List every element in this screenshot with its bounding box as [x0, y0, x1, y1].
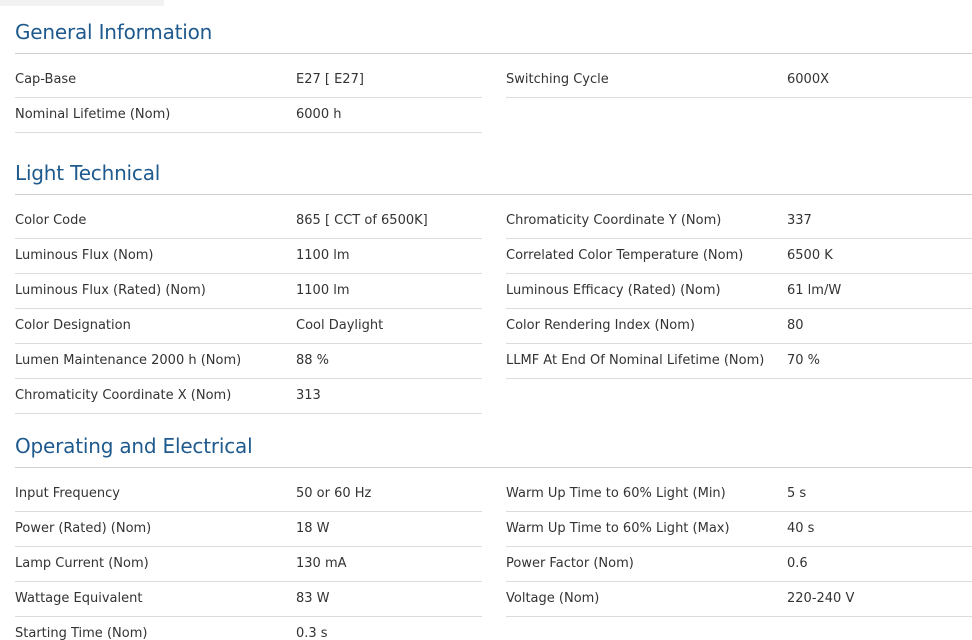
tab-strip-remnant: [0, 0, 164, 6]
spec-value: 40 s: [787, 521, 815, 536]
spec-label: Luminous Efficacy (Rated) (Nom): [506, 283, 721, 298]
spec-row: Warm Up Time to 60% Light (Max) 40 s: [506, 512, 972, 547]
spec-value: 1100 lm: [296, 283, 350, 298]
spec-value: 50 or 60 Hz: [296, 486, 372, 501]
spec-row: Color Rendering Index (Nom) 80: [506, 309, 972, 344]
spec-value: 5 s: [787, 486, 807, 501]
spec-row: Lamp Current (Nom) 130 mA: [15, 547, 482, 582]
section-title: Operating and Electrical: [15, 434, 253, 458]
spec-value: 0.6: [787, 556, 808, 571]
spec-label: Switching Cycle: [506, 72, 609, 87]
spec-label: Lamp Current (Nom): [15, 556, 149, 571]
spec-label: Warm Up Time to 60% Light (Min): [506, 486, 726, 501]
spec-label: Power Factor (Nom): [506, 556, 634, 571]
spec-value: 0.3 s: [296, 626, 328, 640]
spec-label: Power (Rated) (Nom): [15, 521, 152, 536]
spec-row: Starting Time (Nom) 0.3 s: [15, 617, 482, 640]
spec-row: Correlated Color Temperature (Nom) 6500 …: [506, 239, 972, 274]
spec-row: Lumen Maintenance 2000 h (Nom) 88 %: [15, 344, 482, 379]
spec-label: Nominal Lifetime (Nom): [15, 107, 171, 122]
spec-row: Luminous Flux (Nom) 1100 lm: [15, 239, 482, 274]
spec-value: 6000 h: [296, 107, 342, 122]
spec-row: Chromaticity Coordinate X (Nom) 313: [15, 379, 482, 414]
spec-row: Wattage Equivalent 83 W: [15, 582, 482, 617]
spec-value: 18 W: [296, 521, 330, 536]
spec-label: Luminous Flux (Rated) (Nom): [15, 283, 206, 298]
spec-label: Color Designation: [15, 318, 131, 333]
spec-label: Lumen Maintenance 2000 h (Nom): [15, 353, 242, 368]
section-divider: [15, 467, 972, 468]
spec-value: 83 W: [296, 591, 330, 606]
spec-row: Luminous Efficacy (Rated) (Nom) 61 lm/W: [506, 274, 972, 309]
spec-label: Input Frequency: [15, 486, 120, 501]
spec-label: Voltage (Nom): [506, 591, 600, 606]
spec-value: 70 %: [787, 353, 821, 368]
spec-value: 6500 K: [787, 248, 833, 263]
section-divider: [15, 194, 972, 195]
spec-row: Switching Cycle 6000X: [506, 63, 972, 98]
spec-page: General Information Cap-Base E27 [ E27] …: [0, 0, 972, 640]
spec-column-right: Switching Cycle 6000X: [506, 63, 972, 98]
section-title: Light Technical: [15, 161, 161, 185]
spec-value: 61 lm/W: [787, 283, 842, 298]
spec-value: 220-240 V: [787, 591, 855, 606]
spec-label: Luminous Flux (Nom): [15, 248, 154, 263]
spec-value: 1100 lm: [296, 248, 350, 263]
spec-column-left: Cap-Base E27 [ E27] Nominal Lifetime (No…: [15, 63, 482, 133]
spec-row: Chromaticity Coordinate Y (Nom) 337: [506, 204, 972, 239]
spec-label: Chromaticity Coordinate Y (Nom): [506, 213, 722, 228]
spec-value: 313: [296, 388, 321, 403]
spec-column-left: Color Code 865 [ CCT of 6500K] Luminous …: [15, 204, 482, 414]
spec-value: E27 [ E27]: [296, 72, 364, 87]
spec-label: Correlated Color Temperature (Nom): [506, 248, 744, 263]
spec-row: Color Code 865 [ CCT of 6500K]: [15, 204, 482, 239]
section-divider: [15, 53, 972, 54]
spec-label: Cap-Base: [15, 72, 77, 87]
spec-value: 6000X: [787, 72, 829, 87]
spec-value: 80: [787, 318, 804, 333]
spec-label: Warm Up Time to 60% Light (Max): [506, 521, 730, 536]
spec-label: Color Code: [15, 213, 87, 228]
spec-column-right: Warm Up Time to 60% Light (Min) 5 s Warm…: [506, 477, 972, 617]
spec-value: Cool Daylight: [296, 318, 384, 333]
spec-row: LLMF At End Of Nominal Lifetime (Nom) 70…: [506, 344, 972, 379]
spec-row: Luminous Flux (Rated) (Nom) 1100 lm: [15, 274, 482, 309]
spec-label: Chromaticity Coordinate X (Nom): [15, 388, 232, 403]
spec-label: Color Rendering Index (Nom): [506, 318, 695, 333]
spec-label: LLMF At End Of Nominal Lifetime (Nom): [506, 353, 765, 368]
spec-label: Starting Time (Nom): [15, 626, 148, 640]
spec-row: Warm Up Time to 60% Light (Min) 5 s: [506, 477, 972, 512]
spec-label: Wattage Equivalent: [15, 591, 143, 606]
spec-row: Input Frequency 50 or 60 Hz: [15, 477, 482, 512]
spec-value: 865 [ CCT of 6500K]: [296, 213, 428, 228]
spec-row: Power Factor (Nom) 0.6: [506, 547, 972, 582]
spec-value: 337: [787, 213, 812, 228]
spec-column-right: Chromaticity Coordinate Y (Nom) 337 Corr…: [506, 204, 972, 379]
section-title: General Information: [15, 20, 213, 44]
spec-row: Nominal Lifetime (Nom) 6000 h: [15, 98, 482, 133]
spec-row: Cap-Base E27 [ E27]: [15, 63, 482, 98]
spec-value: 88 %: [296, 353, 330, 368]
spec-row: Power (Rated) (Nom) 18 W: [15, 512, 482, 547]
spec-column-left: Input Frequency 50 or 60 Hz Power (Rated…: [15, 477, 482, 640]
spec-row: Voltage (Nom) 220-240 V: [506, 582, 972, 617]
spec-row: Color Designation Cool Daylight: [15, 309, 482, 344]
spec-value: 130 mA: [296, 556, 347, 571]
